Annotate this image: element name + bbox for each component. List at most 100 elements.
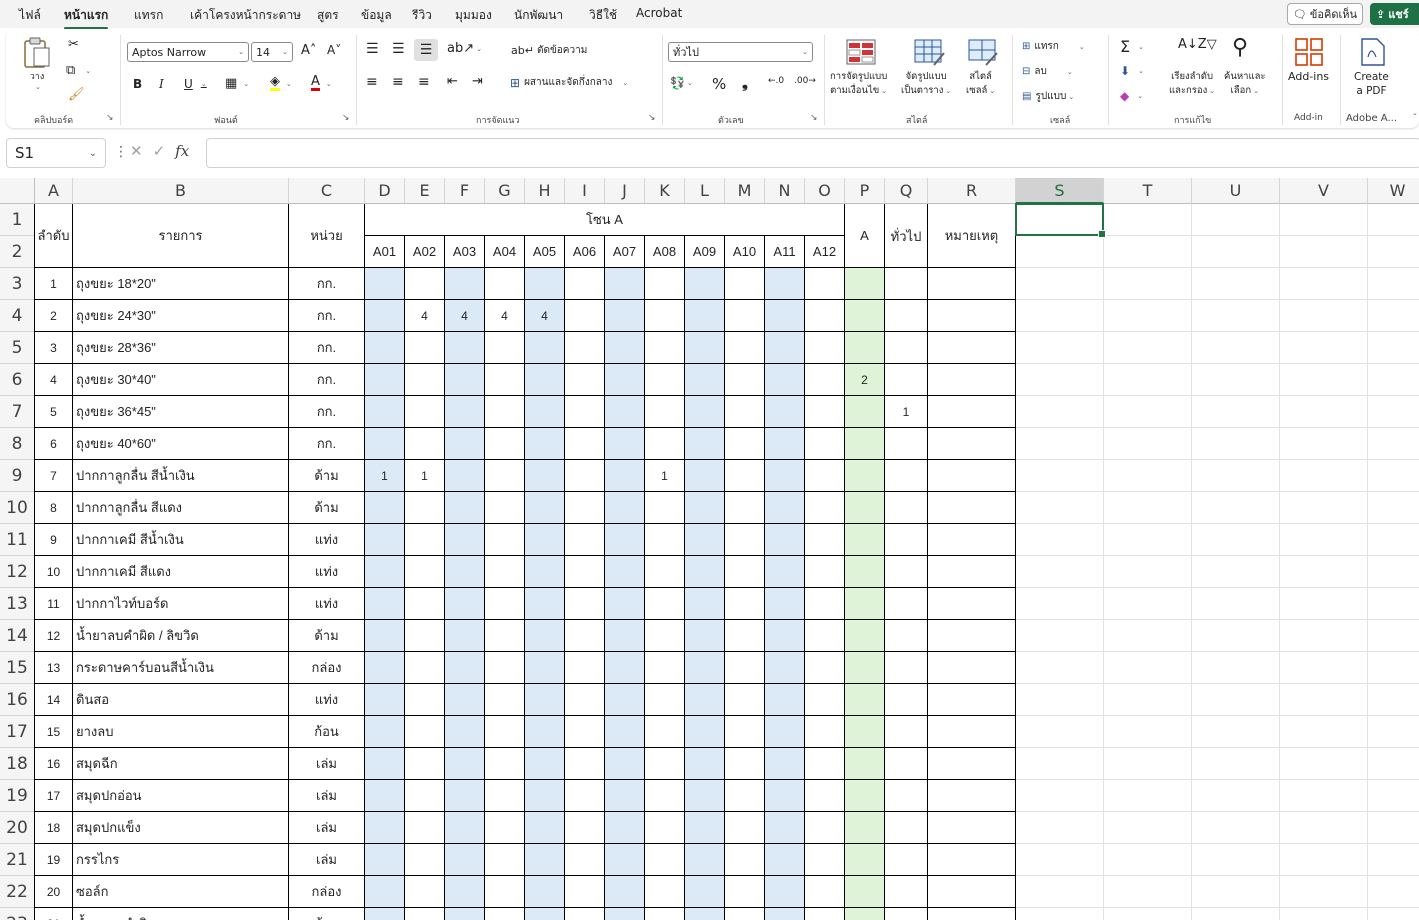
seq-cell[interactable]: 19 [35, 844, 73, 876]
value-cell[interactable] [725, 780, 765, 812]
value-cell[interactable] [725, 876, 765, 908]
align-middle-button[interactable]: ☰ [392, 41, 405, 57]
value-cell[interactable] [805, 844, 845, 876]
value-cell[interactable] [445, 268, 485, 300]
cell[interactable] [1192, 556, 1280, 588]
value-cell[interactable] [445, 876, 485, 908]
value-cell[interactable] [365, 812, 405, 844]
value-cell[interactable] [525, 460, 565, 492]
row-header-2[interactable]: 2 [0, 236, 35, 268]
cell[interactable] [1368, 844, 1419, 876]
sort-filter-button[interactable]: A↓Z▽ [1178, 37, 1217, 52]
value-cell[interactable] [765, 620, 805, 652]
autosum-button[interactable]: Σ ⌄ [1120, 37, 1144, 56]
cell[interactable] [1280, 908, 1368, 920]
value-cell[interactable] [805, 748, 845, 780]
value-cell[interactable] [565, 396, 605, 428]
value-cell[interactable] [645, 844, 685, 876]
item-cell[interactable]: ถุงขยะ 18*20" [73, 268, 289, 300]
merge-center-button[interactable]: ⊞ ผสานและจัดกึ่งกลาง ⌄ [510, 75, 628, 90]
seq-cell[interactable]: 2 [35, 300, 73, 332]
value-cell[interactable] [525, 844, 565, 876]
font-name-select[interactable]: Aptos Narrow ⌄ [127, 42, 249, 62]
row-header-5[interactable]: 5 [0, 332, 35, 364]
clear-button[interactable]: ◆ ⌄ [1120, 89, 1143, 103]
value-cell[interactable] [525, 428, 565, 460]
value-cell[interactable] [685, 620, 725, 652]
column-header-F[interactable]: F [445, 178, 485, 204]
value-cell[interactable] [485, 908, 525, 920]
orientation-button[interactable]: ab↗ ⌄ [447, 41, 482, 56]
cancel-icon[interactable]: ✕ [130, 142, 143, 160]
cell[interactable] [1104, 620, 1192, 652]
value-cell[interactable] [685, 588, 725, 620]
increase-font-button[interactable]: A˄ [301, 43, 316, 58]
increase-decimal-button[interactable]: ←.0 [768, 76, 784, 86]
value-cell[interactable] [645, 556, 685, 588]
value-cell[interactable] [565, 844, 605, 876]
unit-cell[interactable]: ด้าม [289, 620, 365, 652]
cell[interactable] [1192, 460, 1280, 492]
value-cell[interactable] [645, 780, 685, 812]
value-cell[interactable] [885, 716, 928, 748]
cell[interactable] [1016, 364, 1104, 396]
cell[interactable] [1368, 268, 1419, 300]
value-cell[interactable] [685, 460, 725, 492]
cell[interactable] [1104, 300, 1192, 332]
value-cell[interactable] [365, 332, 405, 364]
value-cell[interactable] [845, 428, 885, 460]
value-cell[interactable] [885, 876, 928, 908]
cell[interactable] [1280, 492, 1368, 524]
cell[interactable] [1280, 652, 1368, 684]
value-cell[interactable] [525, 364, 565, 396]
value-cell[interactable] [445, 684, 485, 716]
font-launcher-icon[interactable]: ↘ [342, 113, 350, 123]
value-cell[interactable] [685, 396, 725, 428]
cell[interactable] [1192, 716, 1280, 748]
cell[interactable] [1104, 332, 1192, 364]
value-cell[interactable] [645, 524, 685, 556]
value-cell[interactable] [845, 748, 885, 780]
value-cell[interactable] [605, 684, 645, 716]
value-cell[interactable] [885, 460, 928, 492]
value-cell[interactable]: 1 [645, 460, 685, 492]
value-cell[interactable] [365, 428, 405, 460]
item-cell[interactable]: น้ำยาลบคำผิด / ลิขวิด [73, 620, 289, 652]
cell[interactable] [1280, 332, 1368, 364]
value-cell[interactable] [765, 908, 805, 920]
row-header-17[interactable]: 17 [0, 716, 35, 748]
value-cell[interactable] [605, 716, 645, 748]
value-cell[interactable] [885, 332, 928, 364]
value-cell[interactable] [605, 300, 645, 332]
unit-cell[interactable]: ด้าม [289, 460, 365, 492]
item-cell[interactable]: ปากกาลูกลื่น สีน้ำเงิน [73, 460, 289, 492]
seq-cell[interactable]: 10 [35, 556, 73, 588]
cell[interactable] [1280, 684, 1368, 716]
value-cell[interactable] [885, 908, 928, 920]
value-cell[interactable] [765, 556, 805, 588]
cell[interactable] [1104, 524, 1192, 556]
cell[interactable] [1016, 460, 1104, 492]
value-cell[interactable] [525, 332, 565, 364]
value-cell[interactable] [685, 908, 725, 920]
value-cell[interactable]: 4 [445, 300, 485, 332]
value-cell[interactable] [485, 780, 525, 812]
cell[interactable] [1280, 268, 1368, 300]
value-cell[interactable] [405, 908, 445, 920]
cell[interactable] [1368, 556, 1419, 588]
column-header-Q[interactable]: Q [885, 178, 928, 204]
font-color-button[interactable]: A ⌄ [311, 75, 332, 91]
item-cell[interactable]: ถุงขยะ 36*45" [73, 396, 289, 428]
value-cell[interactable] [725, 556, 765, 588]
accounting-format-button[interactable]: 💱 ⌄ [670, 76, 693, 90]
menu-tab[interactable]: วิธีใช้ [589, 6, 617, 25]
bold-button[interactable]: B [133, 77, 142, 91]
value-cell[interactable] [928, 748, 1016, 780]
value-cell[interactable] [485, 684, 525, 716]
column-header-A[interactable]: A [35, 178, 73, 204]
value-cell[interactable] [645, 908, 685, 920]
value-cell[interactable] [928, 268, 1016, 300]
value-cell[interactable] [685, 876, 725, 908]
cell[interactable] [1016, 492, 1104, 524]
decrease-indent-button[interactable]: ⇤ [447, 74, 458, 89]
